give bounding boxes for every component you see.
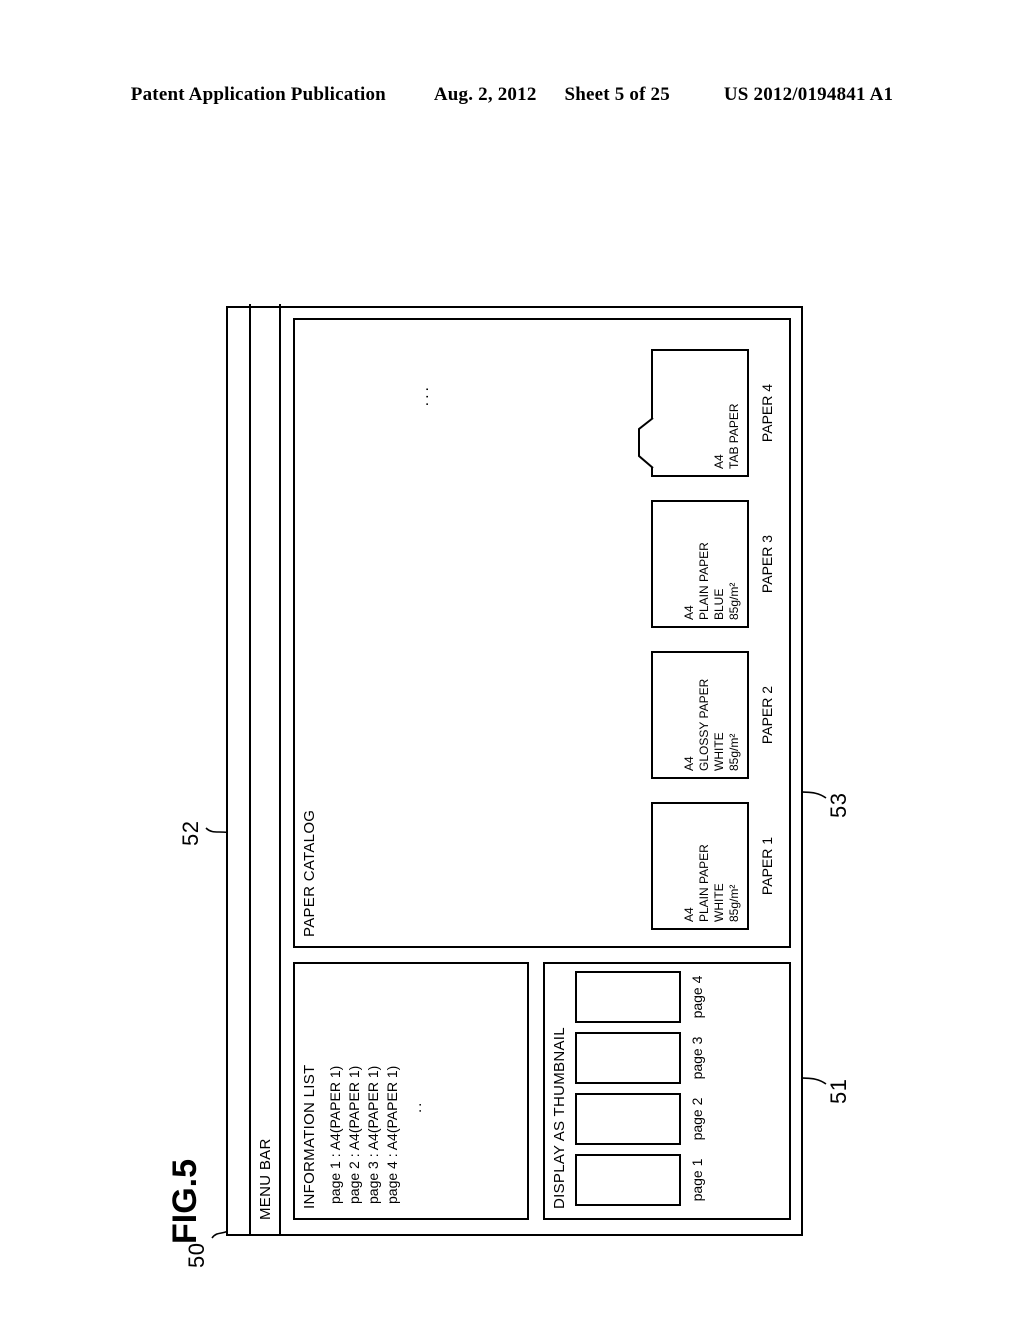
figure-title: FIG.5: [166, 1158, 204, 1244]
thumbnail-label: page 2: [689, 1097, 705, 1141]
thumbnail-label: page 4: [689, 975, 705, 1019]
paper-size: A4: [712, 454, 726, 469]
thumbnail-image[interactable]: [575, 1032, 681, 1084]
publication-label: Patent Application Publication: [130, 84, 386, 105]
thumbnail-label: page 3: [689, 1036, 705, 1080]
paper-catalog-item[interactable]: A4 PLAIN PAPER BLUE 85g/m² PAPER 3: [651, 500, 775, 628]
thumbnail-image[interactable]: [575, 971, 681, 1023]
patent-number: US 2012/0194841 A1: [723, 84, 894, 105]
paper-card-lines: A4 TAB PAPER: [712, 403, 742, 469]
paper-card-label: PAPER 2: [759, 685, 775, 745]
reference-numeral-52: 52: [178, 820, 203, 846]
paper-type: PLAIN PAPER: [697, 844, 711, 922]
paper-card-lines: A4 GLOSSY PAPER WHITE 85g/m²: [682, 679, 742, 771]
paper-size: A4: [682, 907, 696, 922]
reference-numeral-50: 50: [184, 1242, 209, 1268]
paper-catalog-ellipsis: ...: [415, 384, 432, 407]
list-item[interactable]: page 2 : A4(PAPER 1): [345, 1066, 364, 1204]
paper-card-lines: A4 PLAIN PAPER BLUE 85g/m²: [682, 542, 742, 620]
paper-color: WHITE: [712, 732, 726, 771]
paper-catalog-panel[interactable]: PAPER CATALOG ... A4 PLAIN PAPER WHITE 8…: [293, 318, 791, 948]
information-list-panel[interactable]: INFORMATION LIST page 1 : A4(PAPER 1) pa…: [293, 962, 529, 1220]
list-item[interactable]: page 4 : A4(PAPER 1): [383, 1066, 402, 1204]
paper-weight: 85g/m²: [727, 733, 741, 771]
information-list-title: INFORMATION LIST: [301, 1064, 318, 1209]
paper-catalog-item[interactable]: A4 GLOSSY PAPER WHITE 85g/m² PAPER 2: [651, 651, 775, 779]
paper-color: WHITE: [712, 883, 726, 922]
paper-size: A4: [682, 756, 696, 771]
thumbnail-panel[interactable]: DISPLAY AS THUMBNAIL page 1 page 2 page …: [543, 962, 791, 1220]
patent-page-header: Patent Application Publication Aug. 2, 2…: [0, 84, 1024, 106]
figure-canvas: FIG.5 50 52 51 53 MENU BAR INFORMATION L…: [162, 290, 862, 1268]
paper-card-label: PAPER 1: [759, 836, 775, 896]
paper-card[interactable]: A4 GLOSSY PAPER WHITE 85g/m²: [651, 651, 749, 779]
information-list-ellipsis: ..: [408, 1100, 425, 1113]
paper-card-lines: A4 PLAIN PAPER WHITE 85g/m²: [682, 844, 742, 922]
paper-type: PLAIN PAPER: [697, 542, 711, 620]
paper-catalog-title: PAPER CATALOG: [301, 809, 318, 937]
paper-card-row: A4 PLAIN PAPER WHITE 85g/m² PAPER 1 A4 G…: [575, 330, 775, 930]
information-list-items: page 1 : A4(PAPER 1) page 2 : A4(PAPER 1…: [326, 1066, 402, 1204]
paper-type: GLOSSY PAPER: [697, 678, 711, 771]
paper-card[interactable]: A4 PLAIN PAPER WHITE 85g/m²: [651, 802, 749, 930]
list-item[interactable]: page 3 : A4(PAPER 1): [364, 1066, 383, 1204]
thumbnail-label: page 1: [689, 1158, 705, 1202]
publication-date: Aug. 2, 2012: [433, 84, 537, 105]
paper-size: A4: [682, 605, 696, 620]
thumbnail-image[interactable]: [575, 1154, 681, 1206]
paper-card-label: PAPER 4: [759, 383, 775, 443]
list-item[interactable]: page 1 : A4(PAPER 1): [326, 1066, 345, 1204]
application-window: MENU BAR INFORMATION LIST page 1 : A4(PA…: [226, 304, 803, 1236]
menu-bar[interactable]: MENU BAR: [251, 304, 281, 1234]
paper-catalog-item[interactable]: A4 PLAIN PAPER WHITE 85g/m² PAPER 1: [651, 802, 775, 930]
window-content-area: INFORMATION LIST page 1 : A4(PAPER 1) pa…: [281, 304, 803, 1234]
paper-weight: 85g/m²: [727, 884, 741, 922]
paper-type: TAB PAPER: [727, 403, 741, 469]
thumbnail-panel-title: DISPLAY AS THUMBNAIL: [551, 1027, 568, 1209]
thumbnail-image[interactable]: [575, 1093, 681, 1145]
thumbnail-item[interactable]: page 3: [575, 1032, 705, 1084]
menu-bar-label: MENU BAR: [257, 1138, 274, 1220]
thumbnail-item[interactable]: page 1: [575, 1154, 705, 1206]
window-title-strip: [228, 304, 251, 1234]
paper-card[interactable]: A4 TAB PAPER: [638, 349, 749, 477]
paper-weight: 85g/m²: [727, 582, 741, 620]
tab-paper-flap-icon: [638, 417, 654, 469]
paper-catalog-item[interactable]: A4 TAB PAPER PAPER 4: [638, 349, 775, 477]
sheet-number: Sheet 5 of 25: [564, 84, 670, 105]
thumbnail-item[interactable]: page 4: [575, 971, 705, 1023]
paper-card[interactable]: A4 PLAIN PAPER BLUE 85g/m²: [651, 500, 749, 628]
paper-card-label: PAPER 3: [759, 534, 775, 594]
paper-color: BLUE: [712, 588, 726, 620]
thumbnail-item[interactable]: page 2: [575, 1093, 705, 1145]
